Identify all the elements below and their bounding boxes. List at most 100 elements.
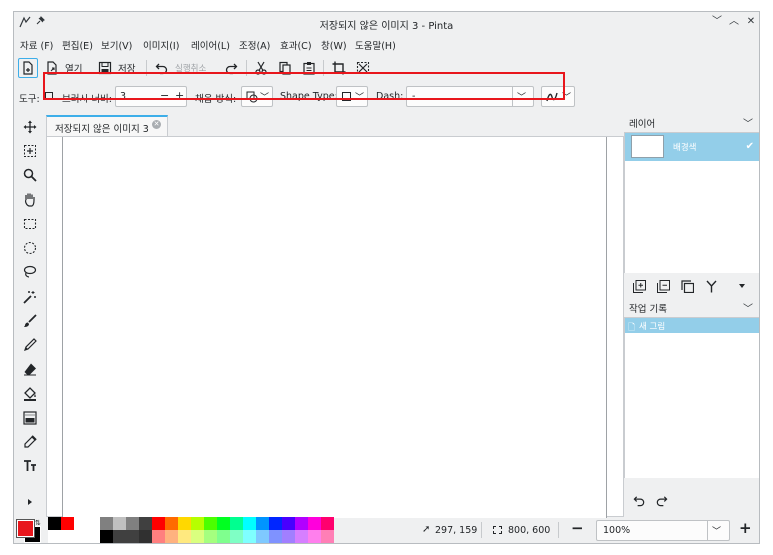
palette-swatch[interactable] (113, 517, 126, 530)
dash-pattern-value[interactable]: - (412, 91, 415, 102)
open-button[interactable]: 열기 (45, 58, 82, 78)
palette-swatch[interactable] (269, 530, 282, 543)
palette-swatch[interactable] (191, 517, 204, 530)
palette-swatch[interactable] (178, 530, 191, 543)
zoom-in-button[interactable]: + (739, 519, 752, 537)
brush-width-stepper[interactable]: 3 − + (115, 86, 187, 107)
history-panel-header[interactable]: 작업 기록 ﹀ (624, 297, 759, 318)
swap-colors-icon[interactable]: ⇅ (35, 519, 41, 527)
palette-swatch[interactable] (217, 530, 230, 543)
chevron-down-icon[interactable]: ﹀ (712, 524, 721, 537)
palette-swatch[interactable] (230, 517, 243, 530)
palette-swatch[interactable] (308, 530, 321, 543)
palette-swatch[interactable] (243, 517, 256, 530)
palette-swatch[interactable] (61, 517, 74, 530)
tab-unsaved-image-3[interactable]: 저장되지 않은 이미지 3 ✕ (46, 115, 168, 136)
history-item[interactable]: 🗋 새 그림 (625, 318, 759, 333)
paint-bucket-tool[interactable] (22, 386, 38, 402)
pencil-tool[interactable] (22, 337, 38, 353)
palette-swatch[interactable] (48, 530, 61, 543)
palette-swatch[interactable] (139, 517, 152, 530)
palette-swatch[interactable] (204, 530, 217, 543)
palette-swatch[interactable] (256, 530, 269, 543)
palette-swatch[interactable] (113, 530, 126, 543)
history-undo-button[interactable] (631, 492, 647, 508)
palette-swatch[interactable] (139, 530, 152, 543)
color-picker-tool[interactable] (22, 434, 38, 450)
menu-layers[interactable]: 레이어(L) (191, 38, 230, 52)
move-selection-tool[interactable] (22, 143, 38, 159)
close-tab-icon[interactable]: ✕ (152, 120, 161, 129)
palette-swatch[interactable] (321, 530, 334, 543)
rectangle-select-tool[interactable] (22, 216, 38, 232)
minimize-button[interactable]: ﹀ (710, 15, 724, 29)
palette-swatch[interactable] (152, 517, 165, 530)
ellipse-select-tool[interactable] (22, 240, 38, 256)
canvas-scroll-area[interactable] (46, 136, 624, 518)
chevron-down-icon[interactable]: ﹀ (743, 115, 753, 130)
palette-swatch[interactable] (61, 530, 74, 543)
close-button[interactable]: ✕ (744, 15, 758, 29)
palette-swatch[interactable] (48, 517, 61, 530)
copy-button[interactable] (278, 58, 292, 78)
palette-swatch[interactable] (126, 517, 139, 530)
palette-swatch[interactable] (282, 517, 295, 530)
menu-help[interactable]: 도움말(H) (355, 38, 396, 52)
palette-swatch[interactable] (87, 517, 100, 530)
remove-layer-button[interactable] (655, 278, 671, 294)
brush-width-decrease[interactable]: − (160, 89, 169, 102)
palette-swatch[interactable] (126, 530, 139, 543)
palette-swatch[interactable] (217, 517, 230, 530)
palette-swatch[interactable] (295, 517, 308, 530)
gradient-tool[interactable] (22, 410, 38, 426)
more-tools-button[interactable] (22, 494, 38, 510)
layer-menu-button[interactable] (734, 278, 750, 294)
menu-edit[interactable]: 편집(E) (62, 38, 93, 52)
cut-button[interactable] (254, 58, 268, 78)
image-canvas[interactable] (62, 137, 607, 518)
crop-button[interactable] (332, 58, 346, 78)
save-button[interactable]: 저장 (98, 58, 135, 78)
layer-visible-checkbox[interactable]: ✔ (746, 141, 754, 152)
deselect-button[interactable] (356, 58, 370, 78)
redo-button[interactable] (224, 58, 238, 78)
palette-swatch[interactable] (100, 530, 113, 543)
fill-style-dropdown[interactable]: ﹀ (241, 86, 273, 107)
chevron-down-icon[interactable]: ﹀ (517, 90, 526, 103)
paintbrush-tool[interactable] (22, 313, 38, 329)
zoom-out-button[interactable]: − (571, 519, 584, 537)
palette-swatch[interactable] (152, 530, 165, 543)
palette-swatch[interactable] (74, 530, 87, 543)
merge-layer-down-button[interactable] (703, 278, 719, 294)
palette-swatch[interactable] (87, 530, 100, 543)
add-layer-button[interactable] (631, 278, 647, 294)
brush-width-increase[interactable]: + (175, 89, 184, 102)
palette-swatch[interactable] (321, 517, 334, 530)
menu-view[interactable]: 보기(V) (101, 38, 132, 52)
palette-swatch[interactable] (295, 530, 308, 543)
eraser-tool[interactable] (22, 361, 38, 377)
palette-swatch[interactable] (191, 530, 204, 543)
layer-row[interactable]: 배경색 ✔ (625, 133, 759, 161)
palette-swatch[interactable] (178, 517, 191, 530)
dash-pattern-combo[interactable]: - ﹀ (406, 86, 534, 107)
palette-swatch[interactable] (165, 517, 178, 530)
zoom-tool[interactable] (22, 167, 38, 183)
menu-adjustments[interactable]: 조정(A) (239, 38, 270, 52)
text-tool[interactable] (22, 458, 38, 474)
palette-swatch[interactable] (243, 530, 256, 543)
palette-swatch[interactable] (269, 517, 282, 530)
layers-panel-header[interactable]: 레이어 ﹀ (624, 112, 759, 133)
palette-swatch[interactable] (100, 517, 113, 530)
maximize-button[interactable]: ︿ (727, 15, 741, 29)
palette-swatch[interactable] (74, 517, 87, 530)
menu-image[interactable]: 이미지(I) (143, 38, 179, 52)
zoom-combo[interactable]: 100% ﹀ (596, 520, 730, 541)
zoom-value[interactable]: 100% (603, 525, 630, 536)
palette-swatch[interactable] (282, 530, 295, 543)
palette-swatch[interactable] (165, 530, 178, 543)
antialiasing-dropdown[interactable]: ﹀ (541, 86, 575, 107)
menu-window[interactable]: 창(W) (321, 38, 347, 52)
brush-width-value[interactable]: 3 (120, 91, 126, 102)
palette-swatch[interactable] (230, 530, 243, 543)
